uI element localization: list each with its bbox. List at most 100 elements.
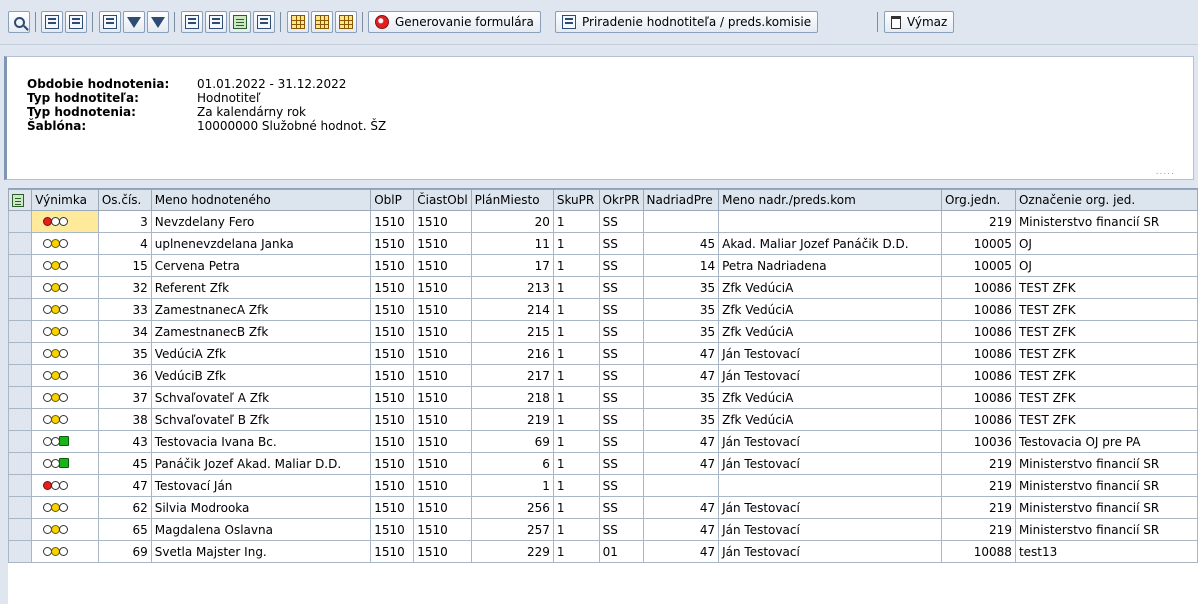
cell-org-unit-name[interactable]: Ministerstvo financií SR [1014, 518, 1198, 541]
cell-planned-pos[interactable]: 214 [470, 298, 554, 321]
cell-superior[interactable]: 47 [642, 452, 720, 475]
table-row[interactable]: 35 VedúciA Zfk 1510 1510 216 1 SS 47 Ján Testova… [8, 342, 1198, 365]
cell-okrpr[interactable]: SS [598, 408, 644, 431]
cell-oblp[interactable]: 1510 [370, 342, 415, 365]
cell-name[interactable]: Cervena Petra [150, 254, 372, 277]
cell-okrpr[interactable]: SS [598, 430, 644, 453]
cell-oblp[interactable]: 1510 [370, 254, 415, 277]
cell-okrpr[interactable]: SS [598, 496, 644, 519]
cell-org-unit-name[interactable]: Ministerstvo financií SR [1014, 474, 1198, 497]
send-button[interactable] [229, 11, 251, 33]
layout-save-button[interactable] [335, 11, 357, 33]
cell-pers-no[interactable]: 69 [97, 540, 152, 563]
col-exception[interactable]: Výnimka [31, 189, 99, 211]
cell-org-unit[interactable]: 10086 [940, 386, 1016, 409]
row-selector[interactable] [8, 452, 33, 475]
cell-org-unit-name[interactable]: OJ [1014, 232, 1198, 255]
cell-planned-pos[interactable]: 229 [470, 540, 554, 563]
cell-pers-no[interactable]: 33 [97, 298, 152, 321]
cell-okrpr[interactable]: SS [598, 364, 644, 387]
details-button[interactable] [8, 11, 30, 33]
generate-form-button[interactable]: Generovanie formulára [368, 11, 541, 33]
cell-superior-name[interactable]: Zfk VedúciA [718, 276, 942, 299]
cell-pers-no[interactable]: 35 [97, 342, 152, 365]
cell-partobl[interactable]: 1510 [413, 386, 472, 409]
cell-planned-pos[interactable]: 17 [470, 254, 554, 277]
filter-button[interactable] [123, 11, 145, 33]
cell-org-unit-name[interactable]: Ministerstvo financií SR [1014, 496, 1198, 519]
table-row[interactable]: 33 ZamestnanecA Zfk 1510 1510 214 1 SS 35 Zfk Ve… [8, 298, 1198, 321]
cell-oblp[interactable]: 1510 [370, 276, 415, 299]
cell-superior[interactable]: 35 [642, 298, 720, 321]
cell-org-unit-name[interactable]: TEST ZFK [1014, 386, 1198, 409]
row-selector[interactable] [8, 496, 33, 519]
cell-name[interactable]: Referent Zfk [150, 276, 372, 299]
filter-settings-button[interactable] [147, 11, 169, 33]
cell-partobl[interactable]: 1510 [413, 474, 472, 497]
cell-oblp[interactable]: 1510 [370, 452, 415, 475]
cell-superior[interactable]: 35 [642, 276, 720, 299]
cell-org-unit-name[interactable]: Ministerstvo financií SR [1014, 210, 1198, 233]
cell-org-unit[interactable]: 10086 [940, 364, 1016, 387]
cell-skupr[interactable]: 1 [552, 232, 600, 255]
cell-partobl[interactable]: 1510 [413, 408, 472, 431]
cell-skupr[interactable]: 1 [552, 452, 600, 475]
cell-name[interactable]: Testovacia Ivana Bc. [150, 430, 372, 453]
cell-okrpr[interactable]: 01 [598, 540, 644, 563]
cell-okrpr[interactable]: SS [598, 386, 644, 409]
cell-okrpr[interactable]: SS [598, 452, 644, 475]
cell-superior-name[interactable]: Ján Testovací [718, 496, 942, 519]
cell-partobl[interactable]: 1510 [413, 518, 472, 541]
cell-skupr[interactable]: 1 [552, 496, 600, 519]
cell-okrpr[interactable]: SS [598, 276, 644, 299]
delete-button[interactable]: Výmaz [884, 11, 955, 33]
cell-planned-pos[interactable]: 69 [470, 430, 554, 453]
cell-okrpr[interactable]: SS [598, 298, 644, 321]
cell-okrpr[interactable]: SS [598, 320, 644, 343]
row-selector[interactable] [8, 210, 33, 233]
cell-oblp[interactable]: 1510 [370, 364, 415, 387]
row-selector[interactable] [8, 254, 33, 277]
cell-partobl[interactable]: 1510 [413, 342, 472, 365]
cell-superior-name[interactable]: Petra Nadriadena [718, 254, 942, 277]
cell-org-unit[interactable]: 10005 [940, 254, 1016, 277]
word-processing-button[interactable] [253, 11, 275, 33]
select-all-rows-cell[interactable] [8, 189, 33, 211]
cell-oblp[interactable]: 1510 [370, 518, 415, 541]
cell-okrpr[interactable]: SS [598, 232, 644, 255]
cell-pers-no[interactable]: 4 [97, 232, 152, 255]
cell-skupr[interactable]: 1 [552, 320, 600, 343]
row-selector[interactable] [8, 540, 33, 563]
cell-org-unit[interactable]: 219 [940, 210, 1016, 233]
table-row[interactable]: 45 Panáčik Jozef Akad. Maliar D.D. 1510 151… [8, 452, 1198, 475]
cell-partobl[interactable]: 1510 [413, 320, 472, 343]
cell-skupr[interactable]: 1 [552, 342, 600, 365]
assign-evaluator-button[interactable]: Priradenie hodnotiteľa / preds.komisie [555, 11, 819, 33]
cell-org-unit-name[interactable]: TEST ZFK [1014, 364, 1198, 387]
cell-planned-pos[interactable]: 20 [470, 210, 554, 233]
cell-name[interactable]: Schvaľovateľ B Zfk [150, 408, 372, 431]
cell-superior[interactable]: 35 [642, 320, 720, 343]
col-partobl[interactable]: ČiastObl [413, 189, 472, 211]
table-row[interactable]: 69 Svetla Majster Ing. 1510 1510 229 1 01 47 Ján… [8, 540, 1198, 563]
cell-org-unit[interactable]: 219 [940, 452, 1016, 475]
cell-pers-no[interactable]: 37 [97, 386, 152, 409]
cell-partobl[interactable]: 1510 [413, 298, 472, 321]
cell-org-unit[interactable]: 10086 [940, 408, 1016, 431]
cell-skupr[interactable]: 1 [552, 210, 600, 233]
cell-superior-name[interactable]: Zfk VedúciA [718, 298, 942, 321]
table-row[interactable]: 36 VedúciB Zfk 1510 1510 217 1 SS 47 Ján Testova… [8, 364, 1198, 387]
cell-superior-name[interactable]: Ján Testovací [718, 452, 942, 475]
select-all-button[interactable] [41, 11, 63, 33]
cell-superior-name[interactable]: Ján Testovací [718, 430, 942, 453]
col-pers-no[interactable]: Os.čís. [97, 189, 152, 211]
table-row[interactable]: 34 ZamestnanecB Zfk 1510 1510 215 1 SS 35 Zfk Ve… [8, 320, 1198, 343]
cell-pers-no[interactable]: 62 [97, 496, 152, 519]
cell-org-unit[interactable]: 219 [940, 474, 1016, 497]
cell-superior-name[interactable] [718, 210, 942, 233]
deselect-all-button[interactable] [65, 11, 87, 33]
cell-pers-no[interactable]: 15 [97, 254, 152, 277]
cell-superior[interactable]: 47 [642, 540, 720, 563]
cell-oblp[interactable]: 1510 [370, 320, 415, 343]
cell-pers-no[interactable]: 38 [97, 408, 152, 431]
